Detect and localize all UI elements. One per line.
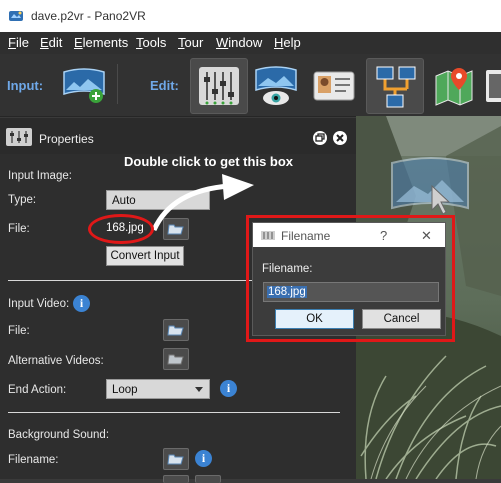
adjust-button[interactable] bbox=[190, 58, 248, 114]
panorama-add-icon bbox=[63, 68, 105, 103]
panorama-eye-icon bbox=[255, 66, 297, 105]
app-icon bbox=[9, 11, 23, 21]
title-bar: dave.p2vr - Pano2VR bbox=[0, 0, 501, 32]
browse-sound-button[interactable] bbox=[163, 448, 189, 470]
tour-nodes-icon bbox=[376, 66, 416, 108]
folder-icon bbox=[167, 325, 184, 336]
menu-edit[interactable]: Edit bbox=[40, 35, 62, 50]
close-icon bbox=[336, 134, 344, 142]
menu-bar: File Edit Elements Tools Tour Window Hel… bbox=[0, 32, 501, 54]
tour-browser-button[interactable] bbox=[366, 58, 424, 114]
map-button[interactable] bbox=[426, 58, 482, 112]
dialog-field-label: Filename: bbox=[262, 263, 313, 275]
map-pin-icon bbox=[435, 68, 473, 106]
close-panel-button[interactable] bbox=[333, 131, 347, 145]
highlight-circle bbox=[88, 214, 154, 244]
divider bbox=[8, 412, 340, 413]
file-label: File: bbox=[8, 223, 30, 235]
folder-icon bbox=[167, 454, 184, 465]
menu-tools[interactable]: Tools bbox=[136, 35, 166, 50]
filename-input[interactable]: 168.jpg bbox=[263, 282, 439, 302]
video-file-label: File: bbox=[8, 325, 30, 337]
type-label: Type: bbox=[8, 194, 37, 206]
next-row-button[interactable] bbox=[163, 475, 189, 483]
filename-label: Filename: bbox=[8, 454, 59, 466]
edit-label: Edit: bbox=[150, 78, 179, 93]
dialog-title: Filename bbox=[281, 229, 331, 243]
filename-input-value: 168.jpg bbox=[267, 286, 307, 298]
ok-button[interactable]: OK bbox=[275, 309, 354, 329]
next-row-button[interactable] bbox=[195, 475, 221, 483]
restore-icon bbox=[315, 133, 325, 142]
dialog-close-button[interactable]: ✕ bbox=[421, 228, 432, 244]
background-sound-heading: Background Sound: bbox=[8, 429, 110, 441]
menu-elements[interactable]: Elements bbox=[74, 35, 128, 50]
toolbar: Input: Edit: bbox=[0, 54, 501, 117]
convert-input-button[interactable]: Convert Input bbox=[106, 246, 184, 266]
dialog-title-bar: Filename ? ✕ bbox=[253, 223, 445, 247]
info-icon[interactable]: i bbox=[73, 295, 90, 312]
more-toolbar-button[interactable] bbox=[484, 58, 501, 112]
input-image-heading: Input Image: bbox=[8, 170, 72, 182]
folder-icon bbox=[167, 354, 184, 365]
info-icon[interactable]: i bbox=[195, 450, 212, 467]
menu-file[interactable]: File bbox=[8, 35, 29, 50]
input-label: Input: bbox=[7, 78, 44, 93]
menu-window[interactable]: Window bbox=[216, 35, 262, 50]
cancel-button[interactable]: Cancel bbox=[362, 309, 441, 329]
input-image-button[interactable] bbox=[56, 58, 112, 112]
info-icon[interactable]: i bbox=[220, 380, 237, 397]
panel-icon bbox=[486, 70, 501, 102]
annotation-caption: Double click to get this box bbox=[124, 154, 294, 169]
window-title: dave.p2vr - Pano2VR bbox=[31, 9, 146, 23]
toolbar-separator bbox=[117, 64, 118, 104]
alternative-videos-label: Alternative Videos: bbox=[8, 355, 104, 367]
alternative-videos-button[interactable] bbox=[163, 348, 189, 370]
end-action-select[interactable]: Loop bbox=[106, 379, 210, 399]
input-video-heading: Input Video: bbox=[8, 298, 70, 310]
dialog-help-button[interactable]: ? bbox=[380, 228, 387, 243]
float-panel-button[interactable] bbox=[313, 131, 327, 145]
sliders-icon bbox=[199, 67, 239, 105]
id-card-icon bbox=[313, 71, 355, 101]
browse-video-button[interactable] bbox=[163, 319, 189, 341]
menu-tour[interactable]: Tour bbox=[178, 35, 203, 50]
viewing-parameters-button[interactable] bbox=[248, 58, 304, 112]
filename-dialog: Filename ? ✕ Filename: 168.jpg OK Cancel bbox=[252, 222, 446, 336]
annotation-arrow-icon bbox=[151, 174, 254, 232]
menu-help[interactable]: Help bbox=[274, 35, 301, 50]
properties-header: Properties bbox=[0, 118, 356, 154]
user-data-button[interactable] bbox=[306, 58, 362, 112]
dialog-app-icon bbox=[261, 231, 275, 240]
properties-icon bbox=[6, 128, 32, 146]
end-action-label: End Action: bbox=[8, 384, 67, 396]
chevron-down-icon bbox=[195, 387, 203, 392]
properties-title: Properties bbox=[39, 132, 94, 146]
